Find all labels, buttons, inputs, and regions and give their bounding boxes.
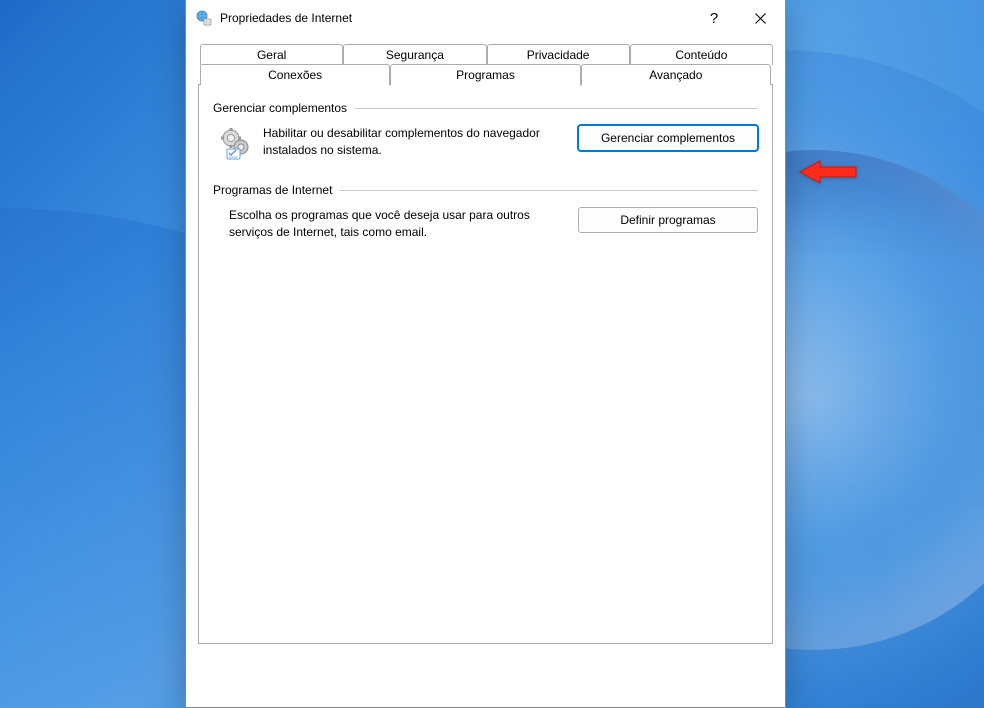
help-button[interactable]: ? (691, 2, 737, 34)
internet-properties-dialog: Propriedades de Internet ? Geral Seguran… (185, 0, 786, 708)
close-icon (755, 13, 766, 24)
tab-label: Geral (257, 48, 286, 62)
callout-arrow (798, 157, 860, 187)
tab-label: Avançado (649, 68, 702, 82)
addons-gear-icon (219, 127, 253, 161)
addons-description: Habilitar ou desabilitar complementos do… (263, 125, 568, 159)
tab-avancado[interactable]: Avançado (581, 64, 771, 85)
tab-conexoes[interactable]: Conexões (200, 64, 390, 85)
tab-seguranca[interactable]: Segurança (343, 44, 486, 65)
manage-addons-button[interactable]: Gerenciar complementos (578, 125, 758, 151)
red-arrow-icon (798, 157, 860, 187)
group-title: Gerenciar complementos (213, 101, 355, 115)
tab-geral[interactable]: Geral (200, 44, 343, 65)
tab-conteudo[interactable]: Conteúdo (630, 44, 773, 65)
tabs-row-lower: Conexões Programas Avançado (198, 64, 773, 85)
separator-line (340, 190, 758, 191)
tab-programas[interactable]: Programas (390, 64, 580, 86)
tab-control: Geral Segurança Privacidade Conteúdo Con… (198, 44, 773, 644)
tab-privacidade[interactable]: Privacidade (487, 44, 630, 65)
tab-label: Conexões (268, 68, 322, 82)
tab-label: Programas (456, 68, 515, 82)
programs-description: Escolha os programas que você deseja usa… (229, 207, 568, 241)
tab-panel-programas: Gerenciar complementos (198, 84, 773, 644)
window-title: Propriedades de Internet (220, 11, 691, 25)
titlebar: Propriedades de Internet ? (186, 0, 785, 36)
dialog-content: Geral Segurança Privacidade Conteúdo Con… (186, 36, 785, 707)
separator-line (355, 108, 758, 109)
group-body-programs: Escolha os programas que você deseja usa… (213, 207, 758, 241)
close-button[interactable] (737, 2, 783, 34)
tab-label: Privacidade (527, 48, 590, 62)
set-programs-button[interactable]: Definir programas (578, 207, 758, 233)
tab-label: Conteúdo (675, 48, 727, 62)
group-body-addons: Habilitar ou desabilitar complementos do… (213, 125, 758, 161)
tab-label: Segurança (386, 48, 444, 62)
tabs-row-upper: Geral Segurança Privacidade Conteúdo (198, 44, 773, 65)
group-header-addons: Gerenciar complementos (213, 101, 758, 115)
group-header-programs: Programas de Internet (213, 183, 758, 197)
group-title: Programas de Internet (213, 183, 340, 197)
internet-options-icon (196, 10, 212, 26)
